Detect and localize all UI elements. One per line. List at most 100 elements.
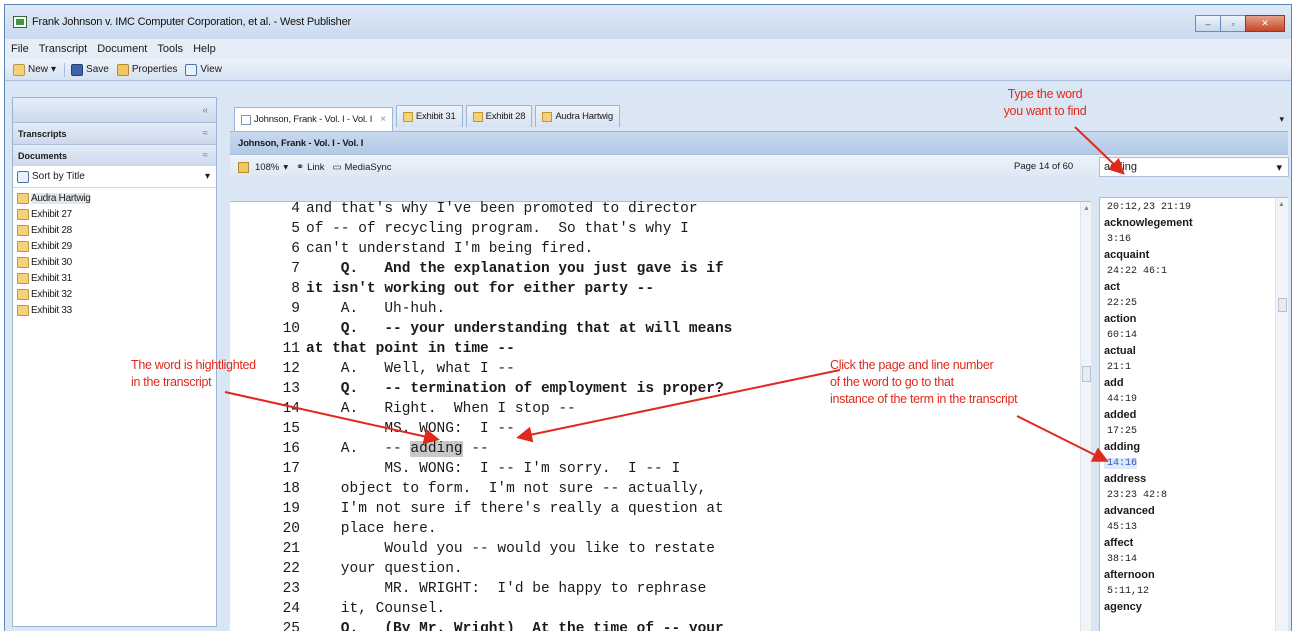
view-button[interactable]: View	[185, 63, 222, 76]
page-line-link[interactable]: 44:19	[1104, 394, 1137, 405]
zoom-selector[interactable]: 108% ▾	[255, 162, 288, 173]
tab-audra-hartwig[interactable]: Audra Hartwig	[535, 105, 620, 127]
transcript-line[interactable]: 5 of -- of recycling program. So that's w…	[230, 219, 830, 239]
index-page-line-refs[interactable]: 45:13	[1104, 520, 1137, 534]
document-icon	[17, 272, 29, 284]
transcript-line[interactable]: 17 MS. WONG: I -- I'm sorry. I -- I	[230, 459, 830, 479]
transcript-line[interactable]: 25 Q. (By Mr. Wright) At the time of -- …	[230, 619, 830, 631]
menu-document[interactable]: Document	[97, 43, 147, 55]
transcript-line[interactable]: 14 A. Right. When I stop --	[230, 399, 830, 419]
mediasync-button[interactable]: ▭ MediaSync	[333, 162, 392, 173]
index-word-label: act	[1104, 281, 1120, 293]
menu-tools[interactable]: Tools	[157, 43, 183, 55]
index-page-line-refs[interactable]: 3:16	[1104, 232, 1131, 246]
index-page-line-refs[interactable]: 21:1	[1104, 360, 1131, 374]
index-page-line-refs[interactable]: 14:16	[1104, 456, 1138, 470]
menu-help[interactable]: Help	[193, 43, 216, 55]
page-line-link[interactable]: 21:1	[1104, 362, 1131, 373]
transcript-line[interactable]: 8 it isn't working out for either party -…	[230, 279, 830, 299]
page-line-link[interactable]: 45:13	[1104, 522, 1137, 533]
properties-icon[interactable]	[238, 161, 249, 173]
document-list-item[interactable]: Exhibit 31	[13, 270, 216, 286]
search-input[interactable]: adding	[1104, 161, 1137, 173]
transcript-line[interactable]: 23 MR. WRIGHT: I'd be happy to rephrase	[230, 579, 830, 599]
document-list-item[interactable]: Exhibit 27	[13, 206, 216, 222]
transcript-line[interactable]: 13 Q. -- termination of employment is pr…	[230, 379, 830, 399]
minimize-button[interactable]: –	[1195, 15, 1221, 32]
properties-label: Properties	[131, 64, 178, 75]
save-button[interactable]: Save	[71, 63, 109, 76]
transcript-line[interactable]: 15 MS. WONG: I --	[230, 419, 830, 439]
transcript-line[interactable]: 7 Q. And the explanation you just gave i…	[230, 259, 830, 279]
tabs-dropdown-icon[interactable]: ▾	[1279, 114, 1284, 125]
transcript-line[interactable]: 4 and that's why I've been promoted to di…	[230, 199, 830, 219]
page-line-link[interactable]: 38:14	[1104, 554, 1137, 565]
page-line-link[interactable]: 60:14	[1104, 330, 1137, 341]
close-tab-icon[interactable]: ×	[380, 114, 386, 125]
transcript-line[interactable]: 11 at that point in time --	[230, 339, 830, 359]
page-line-link[interactable]: 17:25	[1104, 426, 1137, 437]
chevron-icon[interactable]: ≈	[203, 150, 209, 161]
properties-button[interactable]: Properties	[116, 63, 178, 76]
chevron-down-icon[interactable]: ▾	[205, 171, 210, 182]
tab-exhibit-31[interactable]: Exhibit 31	[395, 105, 463, 127]
transcript-line[interactable]: 19 I'm not sure if there's really a ques…	[230, 499, 830, 519]
index-page-line-refs[interactable]: 60:14	[1104, 328, 1137, 342]
tab-exhibit-28[interactable]: Exhibit 28	[465, 105, 533, 127]
index-page-line-refs[interactable]: 44:19	[1104, 392, 1137, 406]
tab-transcript[interactable]: Johnson, Frank - Vol. I - Vol. I ×	[234, 107, 393, 131]
document-list-item[interactable]: Exhibit 33	[13, 302, 216, 318]
page-line-link[interactable]: 3:16	[1104, 234, 1131, 245]
index-page-line-refs[interactable]: 17:25	[1104, 424, 1137, 438]
menu-file[interactable]: File	[11, 43, 29, 55]
index-page-line-refs[interactable]: 5:11,12	[1104, 584, 1149, 598]
document-list-item[interactable]: Exhibit 30	[13, 254, 216, 270]
word-search-combobox[interactable]: adding ▾	[1099, 157, 1289, 177]
document-list-item[interactable]: Exhibit 28	[13, 222, 216, 238]
document-list-item[interactable]: Audra Hartwig	[13, 190, 216, 206]
transcript-line[interactable]: 24 it, Counsel.	[230, 599, 830, 619]
page-line-link[interactable]: 20:12,23 21:19	[1104, 202, 1191, 213]
line-number: 6	[291, 241, 300, 257]
page-line-link[interactable]: 14:16	[1104, 458, 1138, 469]
page-line-link[interactable]: 24:22 46:1	[1104, 266, 1167, 277]
transcript-line[interactable]: 12 A. Well, what I --	[230, 359, 830, 379]
close-button[interactable]: ✕	[1245, 15, 1285, 32]
transcripts-section-header[interactable]: Transcripts ≈	[13, 122, 216, 144]
scroll-up-icon[interactable]: ▲	[1278, 201, 1285, 208]
transcript-line[interactable]: 20 place here.	[230, 519, 830, 539]
transcript-page[interactable]: 25 Q. (By Mr. Wright) At the time of -- …	[230, 201, 1091, 631]
scroll-up-icon[interactable]: ▲	[1083, 205, 1090, 212]
index-page-line-refs[interactable]: 20:12,23 21:19	[1104, 200, 1191, 214]
documents-section-header[interactable]: Documents ≈	[13, 144, 216, 166]
link-button[interactable]: ⚭ Link	[296, 162, 324, 173]
maximize-button[interactable]: ▫	[1220, 15, 1246, 32]
sort-selector[interactable]: Sort by Title ▾	[13, 166, 216, 188]
scroll-thumb[interactable]	[1082, 366, 1091, 382]
new-dropdown-icon[interactable]: ▾	[51, 64, 56, 75]
scroll-thumb[interactable]	[1278, 298, 1287, 312]
transcript-line[interactable]: 21 Would you -- would you like to restat…	[230, 539, 830, 559]
index-scrollbar[interactable]: ▲	[1275, 198, 1288, 631]
menu-transcript[interactable]: Transcript	[39, 43, 88, 55]
transcript-line[interactable]: 16 A. -- adding --	[230, 439, 830, 459]
new-button[interactable]: New ▾	[13, 63, 56, 76]
transcript-line[interactable]: 10 Q. -- your understanding that at will…	[230, 319, 830, 339]
transcript-line[interactable]: 22 your question.	[230, 559, 830, 579]
collapse-panel-icon[interactable]: «	[202, 105, 208, 116]
chevron-icon[interactable]: ≈	[203, 128, 209, 139]
index-page-line-refs[interactable]: 24:22 46:1	[1104, 264, 1167, 278]
page-line-link[interactable]: 22:25	[1104, 298, 1137, 309]
transcript-line[interactable]: 9 A. Uh-huh.	[230, 299, 830, 319]
document-list-item[interactable]: Exhibit 32	[13, 286, 216, 302]
transcript-scrollbar[interactable]: ▲	[1080, 202, 1091, 631]
index-page-line-refs[interactable]: 38:14	[1104, 552, 1137, 566]
page-line-link[interactable]: 5:11,12	[1104, 586, 1149, 597]
transcript-line[interactable]: 18 object to form. I'm not sure -- actua…	[230, 479, 830, 499]
page-line-link[interactable]: 23:23 42:8	[1104, 490, 1167, 501]
document-list-item[interactable]: Exhibit 29	[13, 238, 216, 254]
transcript-line[interactable]: 6 can't understand I'm being fired.	[230, 239, 830, 259]
index-page-line-refs[interactable]: 23:23 42:8	[1104, 488, 1167, 502]
chevron-down-icon[interactable]: ▾	[1276, 161, 1282, 174]
index-page-line-refs[interactable]: 22:25	[1104, 296, 1137, 310]
